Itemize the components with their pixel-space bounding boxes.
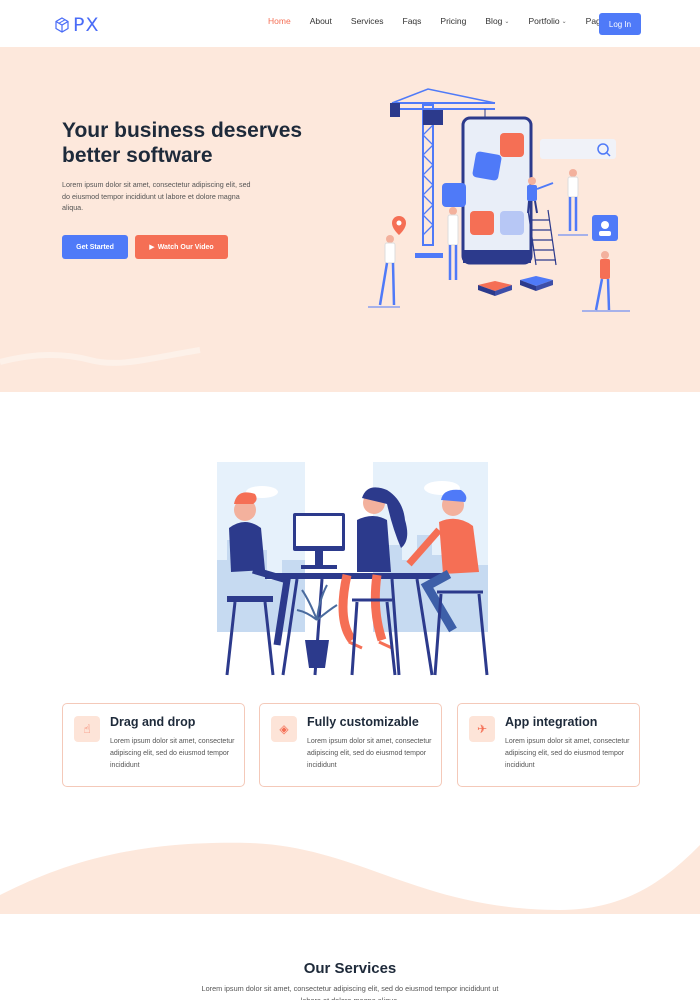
nav-label: Services <box>350 16 384 26</box>
feature-text: Lorem ipsum dolor sit amet, consectetur … <box>110 738 235 769</box>
chevron-down-icon: ⌄ <box>561 18 567 25</box>
diamond-icon: ◈ <box>271 716 297 742</box>
feature-text: Lorem ipsum dolor sit amet, consectetur … <box>307 738 432 769</box>
hero-description: Lorem ipsum dolor sit amet, consectetur … <box>62 180 251 212</box>
feature-card-fully-customizable: ◈ Fully customizable Lorem ipsum dolor s… <box>259 703 442 787</box>
play-icon: ▶ <box>149 244 155 251</box>
feature-card-drag-and-drop: ☝ Drag and drop Lorem ipsum dolor sit am… <box>62 703 245 787</box>
login-button[interactable]: Log In <box>599 13 641 35</box>
services-description: Lorem ipsum dolor sit amet, consectetur … <box>201 984 499 1000</box>
logo-cube-icon <box>55 17 69 33</box>
feature-title: App integration <box>505 715 598 729</box>
team-meeting-illustration <box>217 462 489 676</box>
nav-item-pricing[interactable]: Pricing <box>440 16 466 26</box>
nav-label: Pricing <box>440 16 467 26</box>
nav-item-services[interactable]: Services <box>351 16 384 26</box>
chevron-down-icon: ⌄ <box>504 18 510 25</box>
nav-label: Home <box>268 16 291 26</box>
watch-video-button[interactable]: ▶ Watch Our Video <box>135 235 228 259</box>
services-title: Our Services <box>303 960 397 977</box>
get-started-button[interactable]: Get Started <box>62 235 128 259</box>
hero-app-building-illustration <box>368 88 630 312</box>
feature-title: Drag and drop <box>110 715 196 729</box>
logo-text: PX <box>73 14 100 36</box>
services-wave-divider <box>0 842 700 915</box>
hero-title: Your business deserves better software <box>62 119 303 167</box>
pointer-hand-icon: ☝ <box>74 716 100 742</box>
nav-item-about[interactable]: About <box>310 16 332 26</box>
nav-item-faqs[interactable]: Faqs <box>403 16 422 26</box>
watch-video-label: Watch Our Video <box>157 243 214 251</box>
main-menu: Home About Services Faqs Pricing Blog ⌄ P… <box>268 16 636 26</box>
rocket-icon: ✈ <box>469 716 495 742</box>
feature-title: Fully customizable <box>307 715 419 729</box>
nav-item-portfolio[interactable]: Portfolio ⌄ <box>528 16 566 26</box>
nav-label: Portfolio <box>528 16 560 26</box>
nav-label: Blog <box>485 16 503 26</box>
hero-wave-divider <box>0 340 700 378</box>
feature-card-app-integration: ✈ App integration Lorem ipsum dolor sit … <box>457 703 640 787</box>
nav-label: About <box>309 16 332 26</box>
nav-item-blog[interactable]: Blog ⌄ <box>485 16 509 26</box>
nav-item-home[interactable]: Home <box>268 16 291 26</box>
logo[interactable]: PX <box>55 14 99 36</box>
features-row: ☝ Drag and drop Lorem ipsum dolor sit am… <box>62 703 640 787</box>
top-navbar: PX Home About Services Faqs Pricing Blog… <box>0 0 700 47</box>
feature-text: Lorem ipsum dolor sit amet, consectetur … <box>505 738 630 769</box>
nav-label: Faqs <box>402 16 422 26</box>
